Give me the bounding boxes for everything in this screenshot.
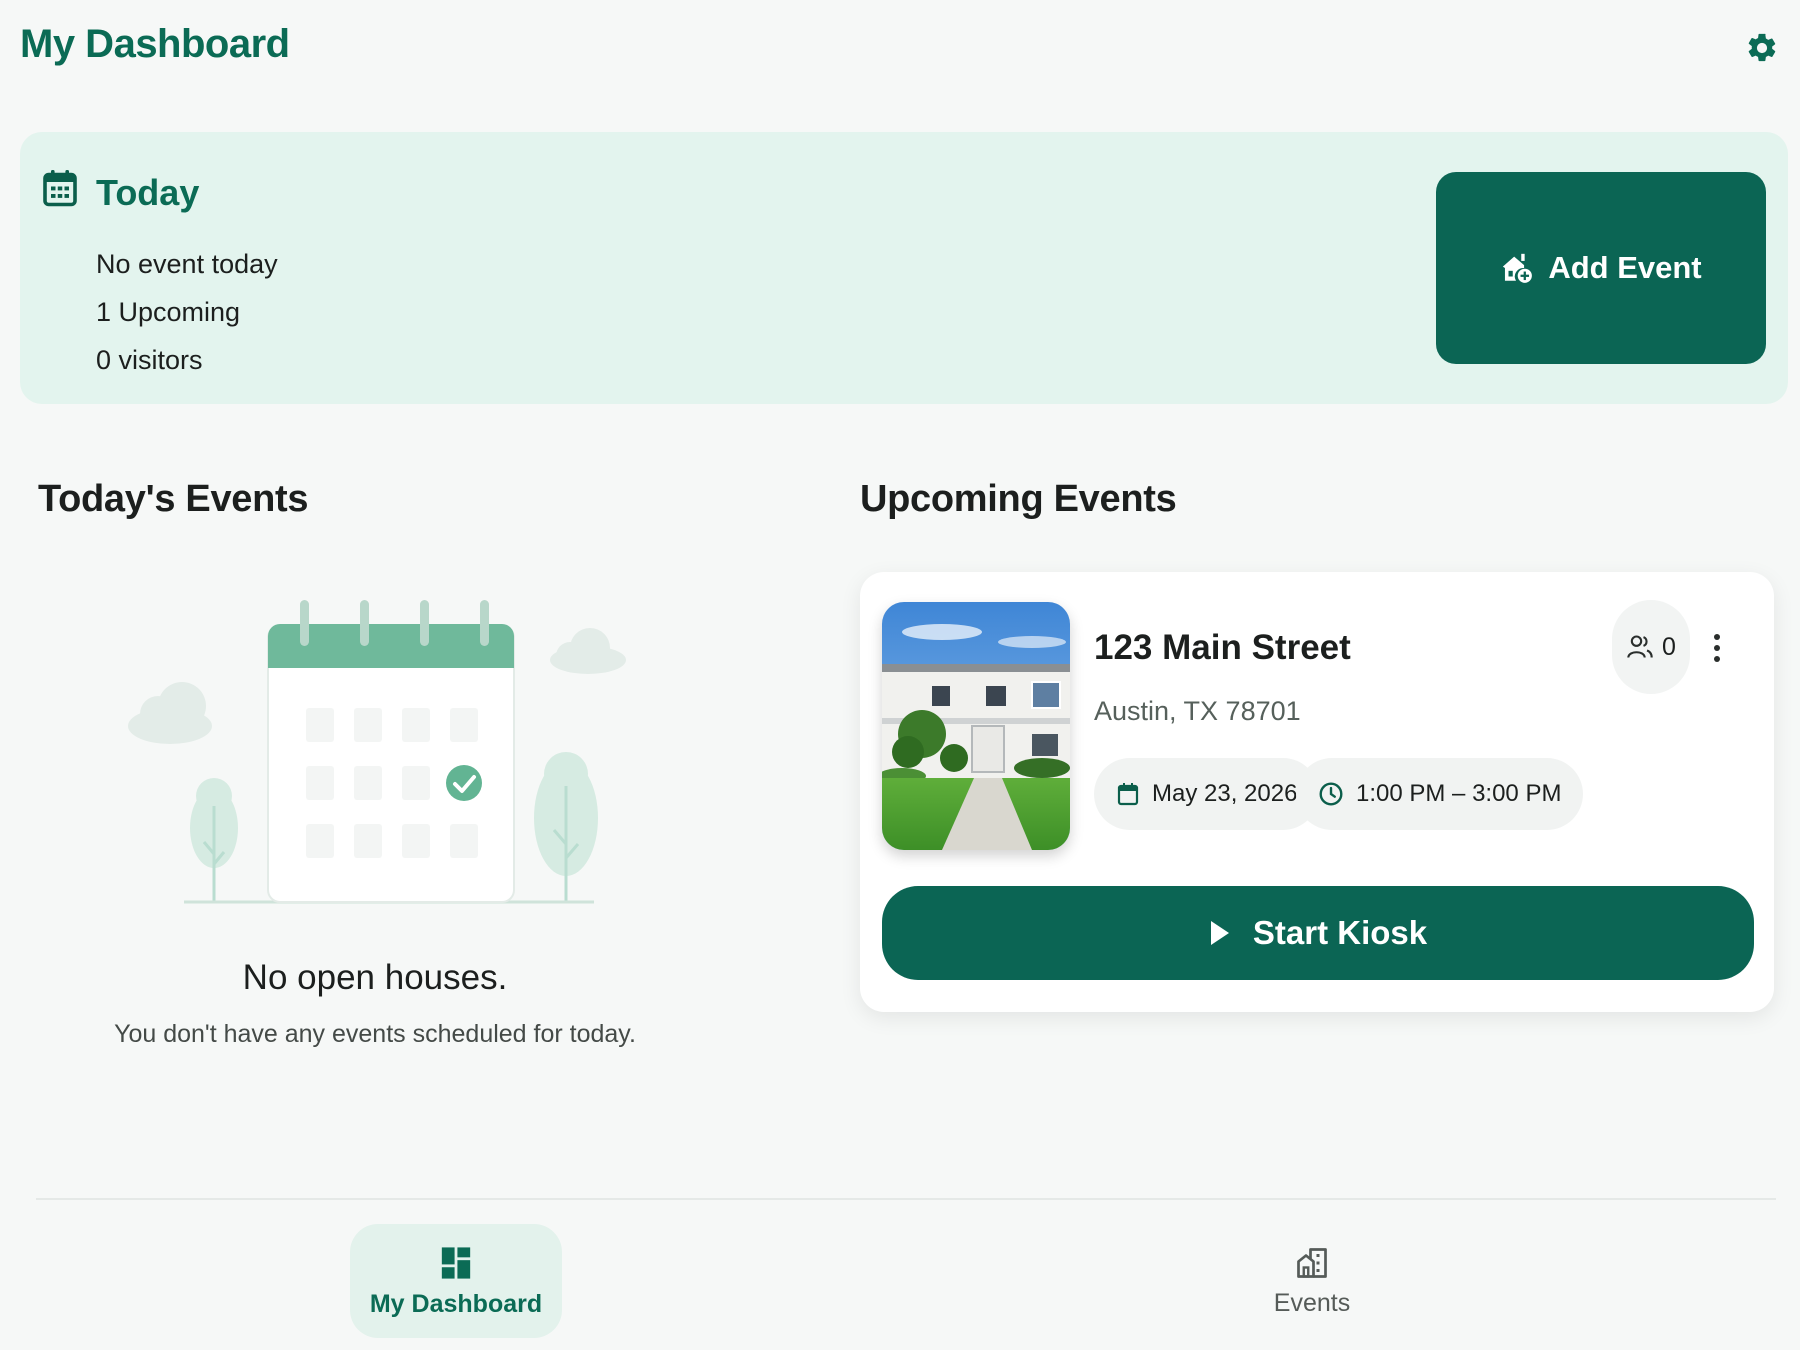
bottom-nav-divider <box>36 1198 1776 1200</box>
more-vert-icon <box>1714 634 1720 640</box>
visitor-count-value: 0 <box>1662 632 1676 661</box>
event-time: 1:00 PM – 3:00 PM <box>1356 780 1562 807</box>
start-kiosk-label: Start Kiosk <box>1252 914 1428 951</box>
event-time-chip: 1:00 PM – 3:00 PM <box>1296 758 1584 830</box>
visitor-count-badge: 0 <box>1612 600 1690 694</box>
house-add-icon <box>1503 253 1533 283</box>
start-kiosk-button[interactable]: Start Kiosk <box>882 886 1754 980</box>
calendar-icon <box>1117 783 1139 806</box>
dashboard-icon <box>441 1246 471 1279</box>
event-city: Austin, TX 78701 <box>1094 696 1301 726</box>
event-card[interactable]: 123 Main Street Austin, TX 78701 0 May 2… <box>860 572 1774 1012</box>
dashboard-page: My Dashboard Today No event today 1 Upco… <box>0 0 1800 1350</box>
play-icon <box>1210 921 1229 945</box>
nav-item-my-dashboard[interactable]: My Dashboard <box>350 1224 562 1338</box>
nav-item-events[interactable]: Events <box>1222 1224 1402 1338</box>
nav-label-events: Events <box>1273 1288 1351 1317</box>
today-summary-card: Today No event today 1 Upcoming 0 visito… <box>20 132 1788 404</box>
add-event-button[interactable]: Add Event <box>1436 172 1766 364</box>
building-icon <box>1297 1247 1327 1278</box>
empty-state-subtitle: You don't have any events scheduled for … <box>114 1020 636 1048</box>
house-photo-image <box>882 602 1070 850</box>
people-icon <box>1627 635 1653 658</box>
calendar-icon <box>43 170 77 207</box>
nav-label-my-dashboard: My Dashboard <box>369 1289 543 1318</box>
clock-icon <box>1319 782 1343 806</box>
event-street: 123 Main Street <box>1094 628 1351 667</box>
empty-state-title: No open houses. <box>242 958 508 997</box>
today-title: Today <box>96 172 200 213</box>
event-date-chip: May 23, 2026 <box>1094 758 1320 830</box>
more-options-button[interactable] <box>1702 628 1732 668</box>
today-event-count: No event today <box>96 249 278 279</box>
todays-events-heading: Today's Events <box>38 478 309 520</box>
event-date: May 23, 2026 <box>1152 780 1298 807</box>
upcoming-events-heading: Upcoming Events <box>860 478 1177 520</box>
settings-button[interactable] <box>1742 28 1782 68</box>
visitor-count: 0 visitors <box>96 345 203 375</box>
event-property-photo <box>882 602 1070 850</box>
add-event-label: Add Event <box>1548 250 1702 285</box>
empty-calendar-illustration <box>128 600 626 904</box>
gear-icon <box>1748 33 1776 62</box>
page-title: My Dashboard <box>20 22 290 66</box>
upcoming-count: 1 Upcoming <box>96 297 241 327</box>
today-stats: No event today 1 Upcoming 0 visitors <box>96 240 278 384</box>
